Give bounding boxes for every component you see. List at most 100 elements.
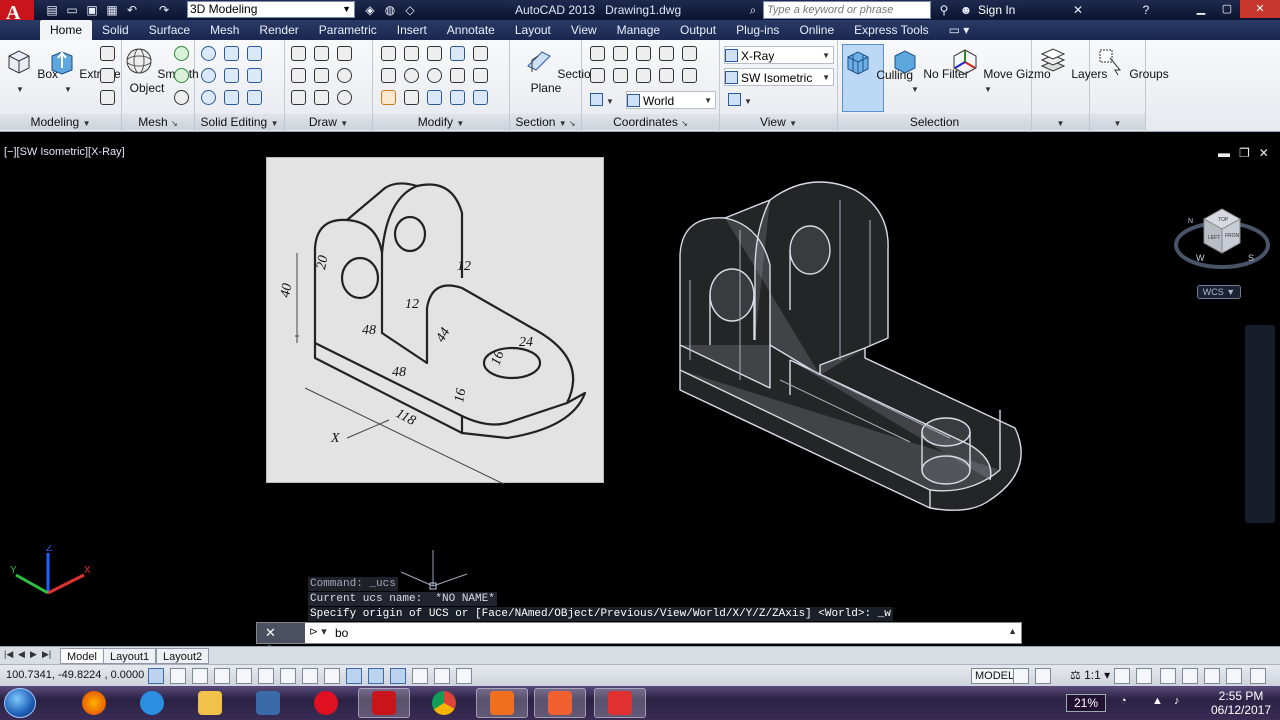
screenshot-icon[interactable] xyxy=(534,688,586,718)
mirror-icon[interactable] xyxy=(404,90,419,105)
layers-panel-title[interactable]: ▼ xyxy=(1032,114,1089,130)
annotation-visibility-icon[interactable] xyxy=(1114,668,1130,684)
tab-online[interactable]: Online xyxy=(789,20,844,40)
draw-panel-title[interactable]: Draw ▼ xyxy=(285,114,372,130)
ucs-zaxis-icon[interactable] xyxy=(659,68,674,83)
ie-icon[interactable] xyxy=(126,688,178,718)
maximize-icon[interactable]: ▢ xyxy=(1214,0,1240,18)
quick-view-drawings-icon[interactable] xyxy=(1035,668,1051,684)
vp-restore-icon[interactable]: ❐ xyxy=(1239,146,1259,160)
groups-panel-title[interactable]: ▼ xyxy=(1090,114,1145,130)
workspace-dropdown[interactable]: 3D Modeling ▼ xyxy=(187,1,355,18)
app-icon[interactable] xyxy=(242,688,294,718)
system-clock[interactable]: 2:55 PM 06/12/2017 xyxy=(1206,689,1276,717)
tab-model[interactable]: Model xyxy=(60,648,104,664)
imprint-icon[interactable] xyxy=(247,68,262,83)
dynamic-ucs-icon[interactable] xyxy=(324,668,340,684)
compass-s[interactable]: S xyxy=(1248,253,1254,263)
auto-scale-icon[interactable] xyxy=(1136,668,1152,684)
line-icon[interactable] xyxy=(314,68,329,83)
transparency-icon[interactable] xyxy=(390,668,406,684)
minimize-icon[interactable]: ▁ xyxy=(1188,0,1214,18)
tab-surface[interactable]: Surface xyxy=(139,20,200,40)
intersect-icon[interactable] xyxy=(201,90,216,105)
wcs-menu[interactable]: WCS ▼ xyxy=(1197,285,1241,299)
modify-panel-title[interactable]: Modify ▼ xyxy=(373,114,509,130)
redo-icon[interactable]: ↷ xyxy=(156,2,172,18)
chrome-icon[interactable] xyxy=(418,688,470,718)
view-direction-dropdown[interactable]: SW Isometric ▼ xyxy=(724,68,834,86)
ucs-3point-icon[interactable] xyxy=(636,46,651,61)
tab-mesh[interactable]: Mesh xyxy=(200,20,249,40)
scale-icon[interactable] xyxy=(450,90,465,105)
object-snap-tracking-icon[interactable] xyxy=(302,668,318,684)
3d-xray-model[interactable] xyxy=(670,170,1030,520)
modeling-panel-title[interactable]: Modeling ▼ xyxy=(0,114,121,130)
3d-rotate-icon[interactable] xyxy=(427,46,442,61)
last-tab-icon[interactable]: ▶| xyxy=(42,649,52,660)
vp-close-icon[interactable]: ✕ xyxy=(1259,146,1278,160)
tab-layout1[interactable]: Layout1 xyxy=(103,648,157,664)
ucs-manager-icon[interactable]: ▼ xyxy=(590,91,614,109)
rectangle-icon[interactable] xyxy=(314,90,329,105)
network-icon[interactable]: ◔ xyxy=(1120,695,1134,709)
navigation-bar[interactable] xyxy=(1245,325,1275,523)
subtract-icon[interactable] xyxy=(201,68,216,83)
tab-view[interactable]: View xyxy=(561,20,607,40)
3d-object-snap-icon[interactable] xyxy=(280,668,296,684)
thicken-icon[interactable] xyxy=(224,90,239,105)
visual-style-dropdown[interactable]: X-Ray ▼ xyxy=(724,46,834,64)
viewport-controls-label[interactable]: [−][SW Isometric][X-Ray] xyxy=(4,146,125,158)
tab-plug-ins[interactable]: Plug-ins xyxy=(726,20,789,40)
ucs-previous-icon[interactable] xyxy=(682,68,697,83)
share-icon[interactable]: ◈ xyxy=(362,2,378,18)
mesh-refine-icon[interactable] xyxy=(174,90,190,106)
chamfer-icon[interactable] xyxy=(473,68,488,83)
mesh-box-icon[interactable] xyxy=(174,46,190,62)
new-icon[interactable]: ▤ xyxy=(44,2,60,18)
ortho-mode-icon[interactable] xyxy=(214,668,230,684)
close-icon[interactable]: ✕ xyxy=(1240,0,1280,18)
undo-icon[interactable]: ↶ xyxy=(124,2,140,18)
show-hidden-icons[interactable]: ▲ xyxy=(1152,695,1166,709)
tab-layout2[interactable]: Layout2 xyxy=(156,648,210,664)
selection-panel-title[interactable]: Selection xyxy=(838,114,1031,130)
command-prompt-icon[interactable]: ⊳ ▾ xyxy=(309,625,327,638)
compass-n[interactable]: N xyxy=(1188,218,1193,225)
modify-move-icon[interactable] xyxy=(381,46,396,61)
viewcube-front[interactable]: FRONT xyxy=(1225,233,1242,239)
smooth-object-button[interactable]: SmoothObject xyxy=(124,46,199,95)
culling-button[interactable]: Culling xyxy=(842,44,913,112)
quick-properties-icon[interactable] xyxy=(412,668,428,684)
find-icon[interactable]: ⌕ xyxy=(745,2,761,18)
groups-button[interactable]: Groups xyxy=(1096,46,1169,81)
ucs-y-icon[interactable] xyxy=(636,68,651,83)
web-icon[interactable]: ◇ xyxy=(402,2,418,18)
prev-tab-icon[interactable]: ◀ xyxy=(18,649,28,660)
ucs-z-icon[interactable] xyxy=(613,46,628,61)
ucs-named-dropdown[interactable]: World ▼ xyxy=(626,91,716,109)
arc-icon[interactable] xyxy=(337,46,352,61)
vp-minimize-icon[interactable]: ▬ xyxy=(1218,146,1239,160)
separate-icon[interactable] xyxy=(247,90,262,105)
tab-insert[interactable]: Insert xyxy=(387,20,437,40)
search-input[interactable]: Type a keyword or phrase xyxy=(763,1,931,19)
viewcube[interactable]: TOP LEFT FRONT W S N xyxy=(1172,195,1272,275)
selection-cycling-icon[interactable] xyxy=(434,668,450,684)
tab-layout[interactable]: Layout xyxy=(505,20,561,40)
tab-annotate[interactable]: Annotate xyxy=(437,20,505,40)
gizmo-toggle-icon[interactable] xyxy=(456,668,472,684)
tab-output[interactable]: Output xyxy=(670,20,726,40)
kingsoft-icon[interactable] xyxy=(594,688,646,718)
copy-icon[interactable] xyxy=(381,68,396,83)
battery-meter[interactable]: 21% xyxy=(1066,694,1106,712)
snap-mode-icon[interactable] xyxy=(170,668,186,684)
solid-editing-panel-title[interactable]: Solid Editing ▼ xyxy=(195,114,284,130)
ucs-origin-icon[interactable] xyxy=(590,46,605,61)
coordinate-readout[interactable]: 100.7341, -49.8224 , 0.0000 xyxy=(6,669,144,681)
lineweight-icon[interactable] xyxy=(368,668,384,684)
tab-parametric[interactable]: Parametric xyxy=(309,20,387,40)
firefox-icon[interactable] xyxy=(68,688,120,718)
rotate-icon[interactable] xyxy=(404,68,419,83)
section-plane-button[interactable]: Section Plane xyxy=(524,46,597,95)
